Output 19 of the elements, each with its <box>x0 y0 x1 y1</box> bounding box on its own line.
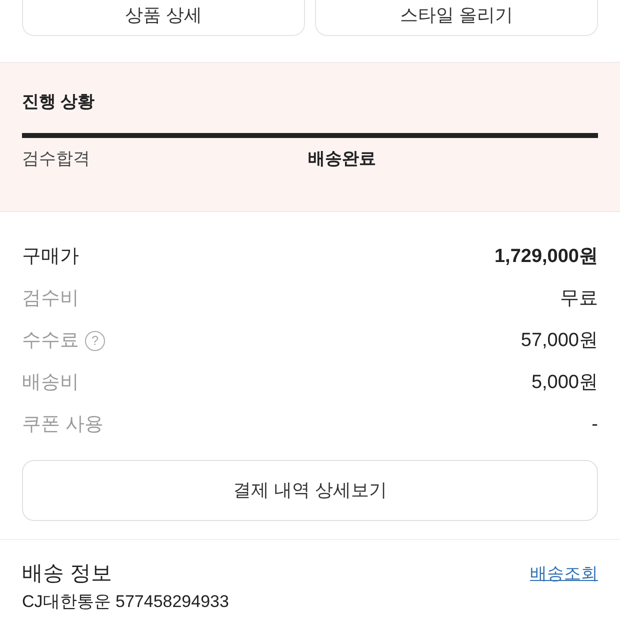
carrier-tracking-number: CJ대한통운 577458294933 <box>22 592 230 612</box>
price-value: 57,000원 <box>520 328 598 353</box>
price-label: 검수비 <box>22 286 79 311</box>
action-button[interactable]: 스타일 올리기 <box>315 0 598 36</box>
price-value: - <box>592 412 598 437</box>
progress-step: 검수합격 <box>22 146 310 171</box>
action-button[interactable]: 상품 상세 <box>22 0 305 36</box>
price-label: 쿠폰 사용 <box>22 412 104 437</box>
price-label: 배송비 <box>22 370 79 395</box>
price-value: 무료 <box>560 286 598 311</box>
tracking-link[interactable]: 배송조회 <box>530 561 598 586</box>
price-label: 구매가 <box>22 244 79 269</box>
payment-detail-button[interactable]: 결제 내역 상세보기 <box>22 460 598 521</box>
section-title: 배송 정보 <box>22 561 112 587</box>
price-label: 수수료 <box>22 328 79 353</box>
section-title: 진행 상황 <box>22 91 96 113</box>
price-value: 5,000원 <box>531 370 598 395</box>
progress-step: 배송완료 <box>308 146 598 171</box>
price-value: 1,729,000원 <box>494 244 598 269</box>
